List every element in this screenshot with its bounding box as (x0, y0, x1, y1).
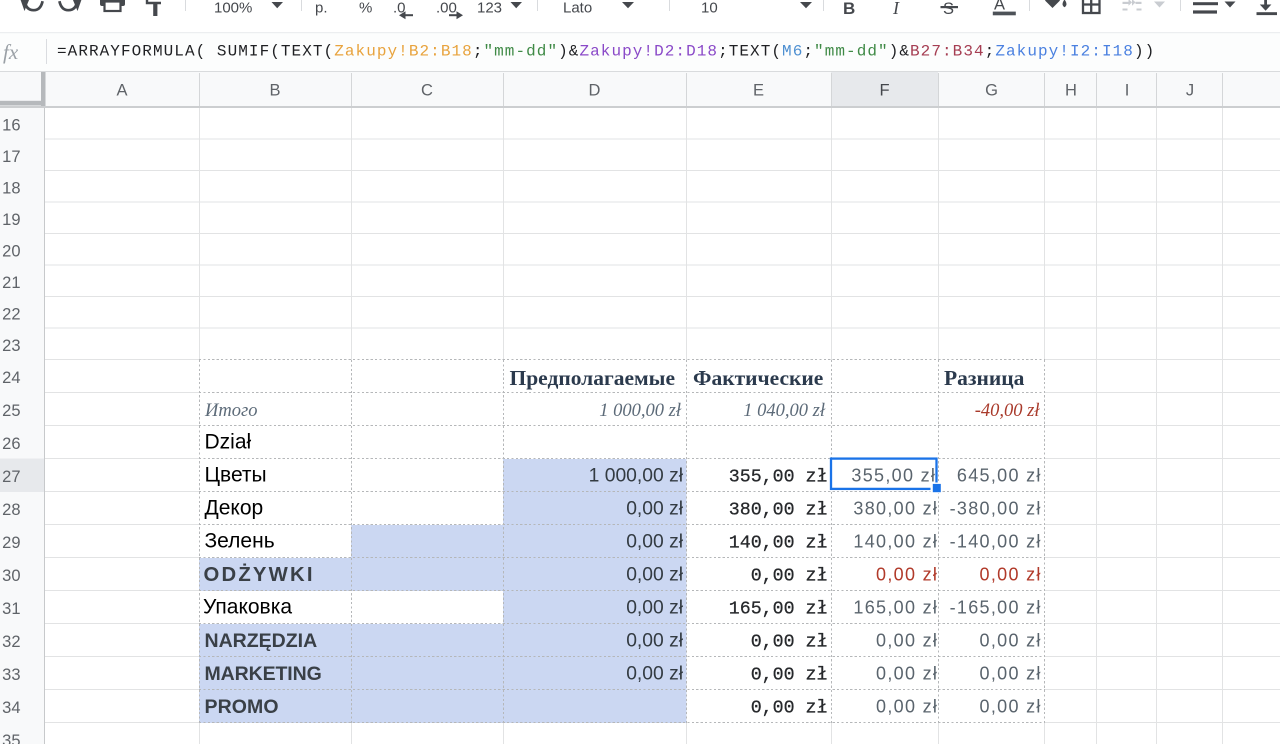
svg-text:%: % (359, 0, 372, 16)
svg-text:-165,00 zł: -165,00 zł (950, 597, 1042, 617)
svg-text:10: 10 (701, 0, 718, 16)
svg-text:Декор: Декор (205, 497, 264, 520)
svg-text:23: 23 (2, 337, 20, 355)
svg-text:I: I (892, 0, 900, 18)
svg-text:19: 19 (2, 211, 20, 229)
svg-text:0,00 zł: 0,00 zł (626, 630, 684, 651)
svg-text:24: 24 (2, 369, 20, 387)
svg-text:355,00 zł: 355,00 zł (851, 465, 936, 485)
svg-text:=ARRAYFORMULA( SUMIF(TEXT(Zaku: =ARRAYFORMULA( SUMIF(TEXT(Zakupy!B2:B18;… (57, 43, 1155, 61)
svg-text:29: 29 (2, 534, 20, 552)
svg-text:Разница: Разница (944, 366, 1025, 390)
svg-text:H: H (1065, 82, 1077, 100)
svg-text:-140,00 zł: -140,00 zł (950, 531, 1042, 551)
svg-text:G: G (985, 82, 998, 100)
svg-text:-380,00 zł: -380,00 zł (950, 498, 1042, 518)
svg-text:0,00 zł: 0,00 zł (980, 663, 1042, 683)
svg-text:ODŻYWKI: ODŻYWKI (204, 563, 315, 586)
svg-text:380,00 zł: 380,00 zł (853, 498, 938, 518)
svg-text:1 000,00 zł: 1 000,00 zł (599, 401, 682, 421)
svg-text:B: B (843, 0, 855, 18)
svg-text:32: 32 (2, 633, 20, 651)
svg-text:0,00 zł: 0,00 zł (626, 564, 684, 585)
svg-text:17: 17 (2, 148, 20, 166)
svg-text:33: 33 (2, 666, 20, 684)
svg-text:35: 35 (2, 732, 20, 744)
svg-text:0,00 zł: 0,00 zł (876, 564, 938, 584)
svg-text:22: 22 (2, 306, 20, 324)
svg-text:S: S (943, 0, 954, 18)
svg-text:D: D (589, 82, 601, 100)
svg-text:MARKETING: MARKETING (205, 663, 322, 685)
svg-text:100%: 100% (214, 0, 252, 16)
svg-text:I: I (1125, 82, 1130, 100)
svg-text:0,00 zł: 0,00 zł (876, 663, 938, 683)
svg-text:0,00 zł: 0,00 zł (980, 630, 1042, 650)
svg-text:0,00 zł: 0,00 zł (626, 597, 684, 618)
svg-text:0,00 zł: 0,00 zł (980, 564, 1042, 584)
svg-text:NARZĘDZIA: NARZĘDZIA (205, 630, 318, 652)
svg-text:26: 26 (2, 435, 20, 453)
svg-text:1 000,00 zł: 1 000,00 zł (589, 465, 684, 486)
svg-text:27: 27 (2, 468, 20, 486)
svg-text:PROMO: PROMO (205, 696, 279, 718)
svg-text:165,00 zł: 165,00 zł (729, 599, 828, 619)
svg-text:Lato: Lato (563, 0, 592, 16)
svg-text:F: F (879, 82, 889, 100)
svg-text:355,00 zł: 355,00 zł (729, 467, 828, 487)
svg-text:16: 16 (2, 117, 20, 135)
svg-text:р.: р. (315, 0, 328, 16)
svg-text:123: 123 (477, 0, 502, 16)
svg-text:.00: .00 (436, 0, 457, 16)
svg-text:21: 21 (2, 274, 20, 292)
svg-text:0,00 zł: 0,00 zł (626, 531, 684, 552)
svg-text:B: B (269, 82, 280, 100)
svg-text:0,00 zł: 0,00 zł (751, 698, 828, 718)
svg-text:30: 30 (2, 567, 20, 585)
svg-text:J: J (1186, 82, 1194, 100)
svg-text:0,00 zł: 0,00 zł (626, 498, 684, 519)
svg-text:25: 25 (2, 402, 20, 420)
svg-text:380,00 zł: 380,00 zł (729, 500, 828, 520)
svg-text:28: 28 (2, 501, 20, 519)
svg-text:Dział: Dział (205, 431, 252, 454)
svg-text:0,00 zł: 0,00 zł (876, 630, 938, 650)
svg-text:20: 20 (2, 243, 20, 261)
svg-text:Фактические: Фактические (693, 366, 823, 390)
svg-text:645,00 zł: 645,00 zł (957, 465, 1042, 485)
svg-text:140,00 zł: 140,00 zł (729, 533, 828, 553)
svg-text:140,00 zł: 140,00 zł (853, 531, 938, 551)
svg-text:18: 18 (2, 180, 20, 198)
svg-text:34: 34 (2, 699, 20, 717)
svg-text:1 040,00 zł: 1 040,00 zł (743, 401, 826, 421)
svg-text:E: E (753, 82, 764, 100)
svg-text:A: A (994, 0, 1005, 14)
svg-text:Итого: Итого (204, 401, 257, 421)
svg-text:Цветы: Цветы (205, 464, 267, 487)
svg-text:Зелень: Зелень (205, 530, 275, 553)
svg-text:C: C (421, 82, 433, 100)
svg-text:A: A (116, 82, 127, 100)
svg-text:0,00 zł: 0,00 zł (980, 696, 1042, 716)
svg-text:31: 31 (2, 600, 20, 618)
svg-text:Предполагаемые: Предполагаемые (510, 366, 676, 390)
svg-text:Упаковка: Упаковка (203, 596, 292, 619)
svg-text:0,00 zł: 0,00 zł (876, 696, 938, 716)
svg-text:0,00 zł: 0,00 zł (751, 632, 828, 652)
svg-text:0,00 zł: 0,00 zł (751, 566, 828, 586)
svg-text:0,00 zł: 0,00 zł (626, 663, 684, 684)
svg-text:165,00 zł: 165,00 zł (853, 597, 938, 617)
svg-text:0,00 zł: 0,00 zł (751, 665, 828, 685)
svg-text:fx: fx (3, 40, 19, 64)
svg-text:-40,00 zł: -40,00 zł (975, 401, 1041, 421)
